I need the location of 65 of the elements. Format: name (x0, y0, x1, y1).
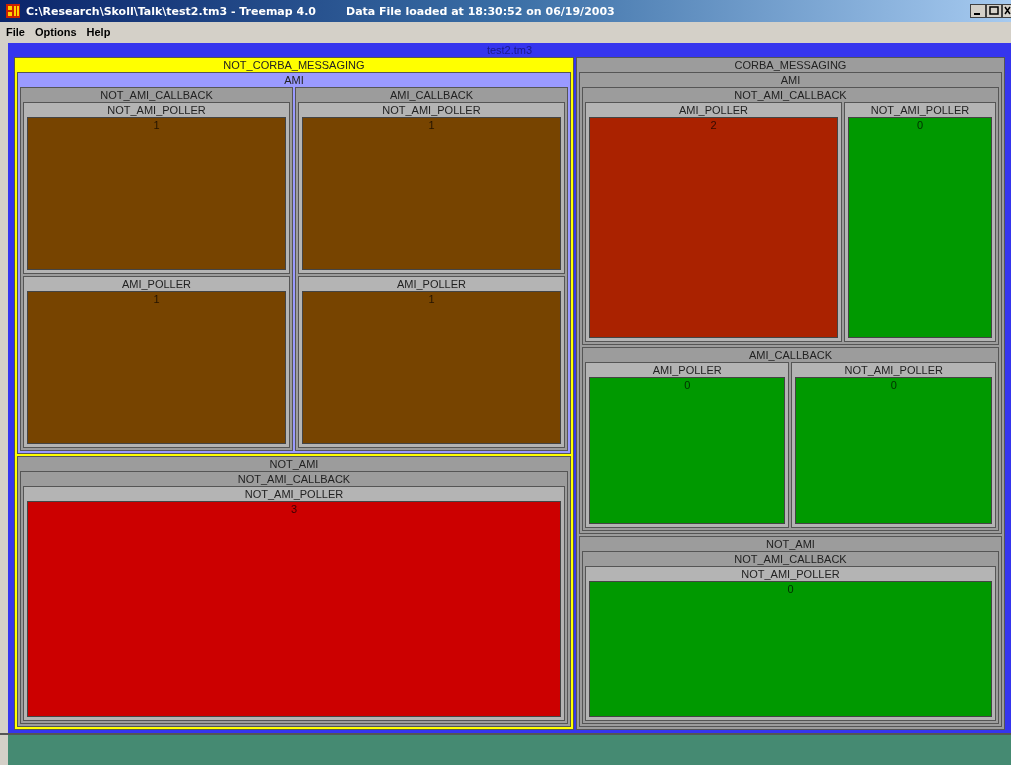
treemap-group[interactable]: AMI_CALLBACK AMI_POLLER 0 NOT_AMI_POLLER 0 (581, 347, 999, 531)
cell-label: NOT_AMI_POLLER (243, 486, 345, 501)
close-icon[interactable] (1002, 4, 1011, 18)
treemap-group[interactable]: NOT_AMI_CALLBACK AMI_POLLER 2 NOT_AMI_POLLER 0 (581, 87, 999, 346)
cell-value: 1 (153, 118, 160, 132)
group-label: NOT_AMI_CALLBACK (99, 88, 214, 102)
treemap-cell[interactable]: NOT_AMI_POLLER 0 (791, 362, 996, 528)
maximize-icon[interactable] (986, 4, 1002, 18)
group-label: NOT_AMI (268, 456, 320, 471)
cell-label: AMI_POLLER (395, 276, 467, 291)
treemap-cell[interactable]: NOT_AMI_POLLER 1 (297, 102, 565, 274)
cell-label: NOT_AMI_POLLER (381, 103, 482, 117)
group-label: AMI (283, 73, 305, 87)
cell-value: 0 (787, 582, 794, 596)
cell-value: 0 (890, 378, 897, 393)
treemap-cell[interactable]: AMI_POLLER 1 (297, 275, 565, 448)
treemap-group[interactable] (8, 43, 1011, 733)
treemap-cell[interactable]: AMI_POLLER 2 (584, 102, 843, 343)
cell-label: NOT_AMI_POLLER (106, 103, 207, 117)
app-icon (6, 4, 20, 18)
cell-label: NOT_AMI_POLLER (740, 567, 841, 581)
group-label: NOT_CORBA_MESSAGING (222, 58, 366, 72)
cell-label: NOT_AMI_POLLER (843, 363, 944, 378)
cell-value: 3 (290, 501, 297, 516)
menu-item[interactable]: Options (34, 26, 77, 38)
group-label: AMI (779, 73, 802, 87)
window-title: C:\Research\Skoll\Talk\test2.tm3 - Treemap 4.0 (26, 4, 316, 18)
load-status: Data File loaded at 18:30:52 on 06/19/2003 (346, 4, 615, 18)
treemap-cell[interactable]: AMI_POLLER 1 (23, 275, 290, 448)
treemap-cell[interactable]: NOT_AMI_POLLER 0 (844, 102, 996, 343)
cell-value: 0 (684, 378, 691, 393)
treemap-cell[interactable]: AMI_POLLER 0 (584, 362, 790, 528)
cell-label: NOT_AMI_POLLER (869, 103, 971, 117)
menu-item[interactable]: Help (86, 26, 111, 38)
cell-label: AMI_POLLER (120, 276, 193, 291)
group-label: NOT_AMI_CALLBACK (733, 88, 848, 102)
cell-value: 1 (153, 291, 160, 306)
treemap-group[interactable]: NOT_AMI_CALLBACK NOT_AMI_POLLER 1 AMI_POLLER 1 (20, 87, 293, 451)
treemap-group[interactable]: CORBA_MESSAGING AMI NOT_AMI_CALLBACK AMI_POLLER 2 NOT_AMI_POLLER 0 AMI_CALLBACK AMI_POLLER 0 NOT_AMI_POLLER 0 NOT_AMI NOT_AMI_CALLBACK NOT_AMI_POLLER 0 (575, 57, 1005, 730)
treemap-group[interactable]: AMI NOT_AMI_CALLBACK AMI_POLLER 2 NOT_AMI_POLLER 0 AMI_CALLBACK AMI_POLLER 0 NOT_AMI_POLLER 0 (578, 72, 1002, 534)
treemap-cell[interactable]: NOT_AMI_POLLER 1 (23, 102, 290, 274)
group-label: AMI_CALLBACK (388, 88, 475, 102)
group-label: NOT_AMI_CALLBACK (236, 471, 352, 486)
treemap-group[interactable]: NOT_AMI_CALLBACK NOT_AMI_POLLER 3 (20, 470, 568, 724)
group-label: test2.tm3 (485, 43, 534, 57)
group-label: CORBA_MESSAGING (733, 58, 848, 72)
treemap-group[interactable]: NOT_CORBA_MESSAGING AMI NOT_AMI_CALLBACK NOT_AMI_POLLER 1 AMI_POLLER 1 AMI_CALLBACK NOT_AMI_POLLER 1 AMI_POLLER 1 NOT_AMI NOT_AMI_CALLBACK NOT_AMI_POLLER 3 (14, 57, 574, 730)
treemap-cell[interactable]: NOT_AMI_POLLER 0 (584, 566, 996, 721)
treemap-group[interactable]: NOT_AMI NOT_AMI_CALLBACK NOT_AMI_POLLER 3 (17, 455, 571, 727)
treemap-cell[interactable]: NOT_AMI_POLLER 3 (23, 485, 565, 721)
cell-label: AMI_POLLER (651, 363, 723, 378)
cell-label: AMI_POLLER (677, 103, 750, 117)
menu-item[interactable]: File (6, 26, 25, 38)
treemap-group[interactable]: AMI_CALLBACK NOT_AMI_POLLER 1 AMI_POLLER 1 (294, 87, 568, 451)
treemap-group[interactable]: NOT_AMI NOT_AMI_CALLBACK NOT_AMI_POLLER 0 (578, 536, 1002, 727)
treemap-group[interactable]: NOT_AMI_CALLBACK NOT_AMI_POLLER 0 (581, 551, 999, 724)
group-label: NOT_AMI (765, 537, 816, 551)
cell-value: 2 (710, 118, 717, 132)
cell-value: 0 (917, 118, 924, 132)
group-label: AMI_CALLBACK (747, 348, 834, 363)
group-label: NOT_AMI_CALLBACK (733, 552, 848, 566)
cell-value: 1 (428, 291, 435, 306)
treemap-group[interactable]: AMI NOT_AMI_CALLBACK NOT_AMI_POLLER 1 AMI_POLLER 1 AMI_CALLBACK NOT_AMI_POLLER 1 AMI_POLLER 1 (17, 72, 571, 454)
minimize-icon[interactable] (970, 4, 986, 18)
cell-value: 1 (428, 118, 435, 132)
